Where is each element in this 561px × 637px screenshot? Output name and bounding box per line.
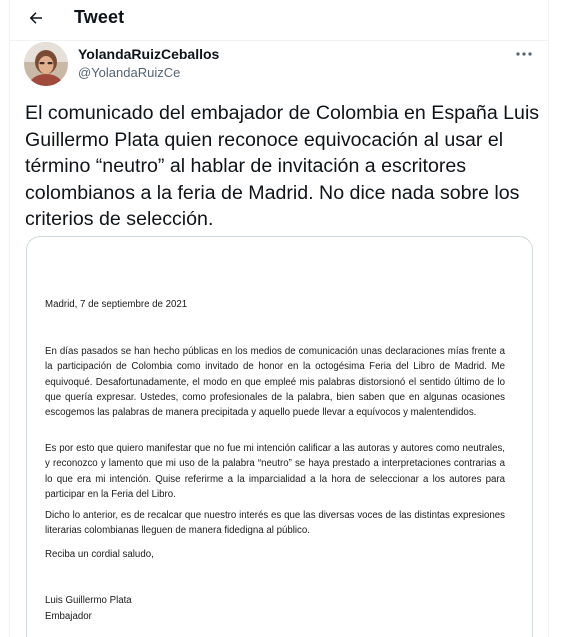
left-column-border [9, 0, 10, 637]
letter-signature-name: Luis Guillermo Plata [45, 595, 132, 606]
more-horizontal-icon [516, 52, 532, 56]
author-handle[interactable]: @YolandaRuizCe [78, 65, 180, 80]
right-column-border [548, 0, 549, 637]
letter-date: Madrid, 7 de septiembre de 2021 [45, 299, 188, 310]
page-header: Tweet [10, 0, 548, 36]
arrow-left-icon [29, 12, 42, 24]
page-title: Tweet [74, 7, 125, 27]
letter-paragraph: Dicho lo anterior, es de recalcar que nu… [45, 510, 505, 537]
user-avatar-photo [24, 42, 68, 86]
header-divider [10, 40, 548, 41]
avatar[interactable] [24, 42, 68, 86]
letter-closing: Reciba un cordial saludo, [45, 549, 154, 560]
tweet-text: El comunicado del embajador de Colombia … [25, 102, 540, 230]
more-options-button[interactable] [512, 46, 536, 62]
letter-paragraph: Es por esto que quiero manifestar que no… [45, 443, 505, 500]
tweet-media-image[interactable]: Madrid, 7 de septiembre de 2021 En días … [26, 236, 533, 637]
back-button[interactable] [24, 6, 48, 30]
letter-paragraph: En días pasados se han hecho públicas en… [45, 346, 505, 419]
author-display-name[interactable]: YolandaRuizCeballos [78, 46, 219, 62]
letter-signature-title: Embajador [45, 611, 92, 622]
